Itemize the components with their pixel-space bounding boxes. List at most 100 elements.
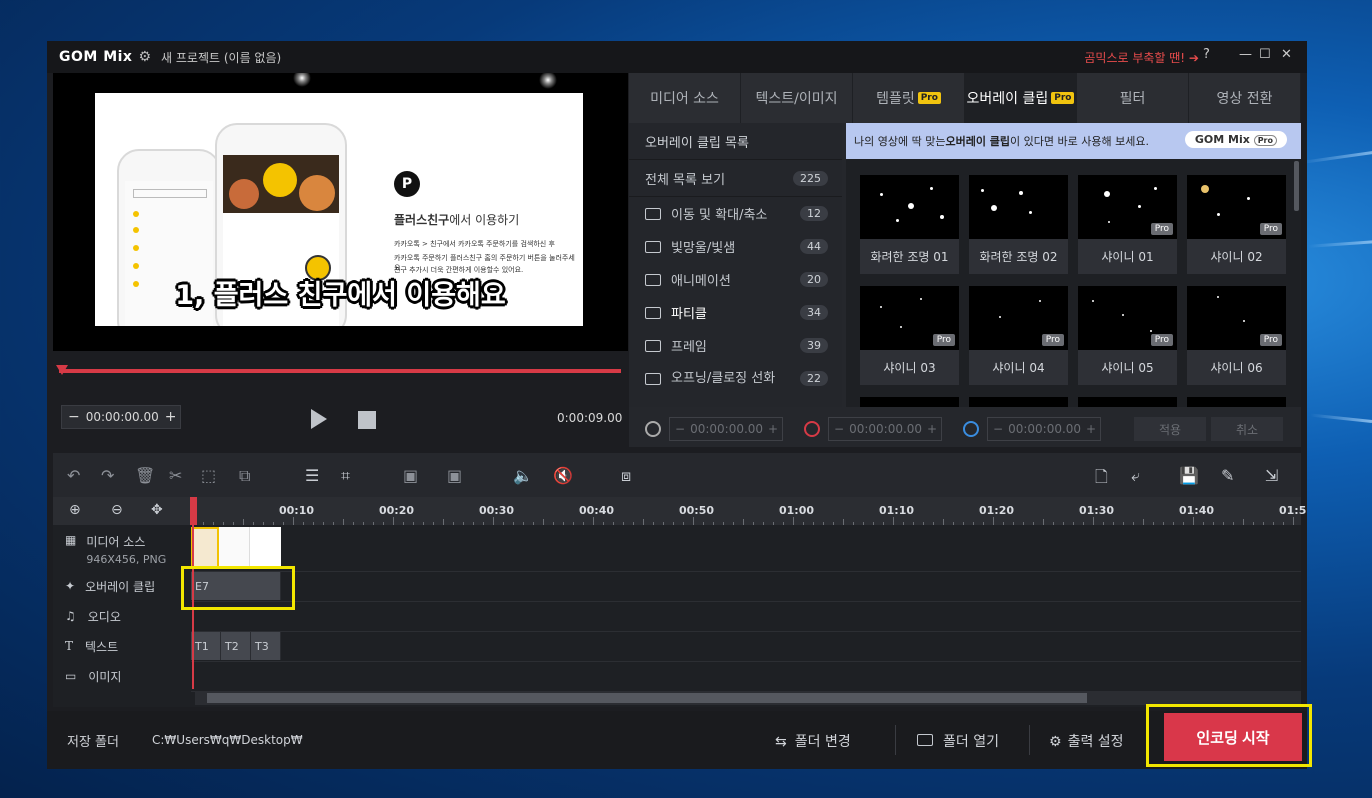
import-icon[interactable]: ⤶ (1131, 466, 1140, 486)
apply-button[interactable]: 적용 (1134, 417, 1206, 441)
screen-icon[interactable]: ⧈ (621, 466, 631, 486)
pro-badge: Pro (1259, 334, 1282, 346)
zoom-in-icon[interactable]: ⊕ (69, 502, 81, 518)
overlay-thumb-partial[interactable] (1187, 397, 1286, 407)
folder-icon (645, 240, 661, 253)
tab-media-source[interactable]: 미디어 소스 (629, 73, 741, 123)
overlay-thumb[interactable]: Pro 샤이니 04 (969, 286, 1068, 385)
tab-template[interactable]: 템플릿 Pro (853, 73, 965, 123)
overlay-thumb-partial[interactable] (969, 397, 1068, 407)
category-all[interactable]: 전체 목록 보기 225 (629, 160, 842, 197)
ruler-tick (493, 517, 494, 525)
open-folder-button[interactable]: 폴더 열기 (917, 731, 999, 751)
time-ruler[interactable]: ⊕ ⊖ ✥ 00:10 00:20 00:30 00:40 00:50 01:0… (53, 497, 1306, 525)
close-button[interactable]: ✕ (1281, 47, 1292, 62)
timeline-scrollbar[interactable] (195, 691, 1301, 705)
count-badge: 20 (800, 272, 828, 287)
track-overlay[interactable]: E7 (191, 571, 1301, 602)
text-clip[interactable]: T2 (221, 632, 251, 660)
export-icon[interactable]: ⇲ (1265, 466, 1278, 485)
delete-icon[interactable]: 🗑 (135, 466, 155, 485)
tab-overlay-clip[interactable]: 오버레이 클립 Pro (965, 73, 1077, 123)
image-right-icon[interactable]: ▣ (447, 466, 462, 485)
overlay-thumb[interactable]: 화려한 조명 01 (860, 175, 959, 274)
new-project-icon[interactable]: 🗋 (1095, 466, 1108, 493)
promo-link[interactable]: 곰믹스로 부축할 땐! ➔ (1084, 49, 1199, 66)
plus-button[interactable]: + (159, 409, 183, 425)
overlay-thumb[interactable]: Pro 샤이니 01 (1078, 175, 1177, 274)
track-text[interactable]: T1 T2 T3 (191, 631, 1301, 662)
image-left-icon[interactable]: ▣ (403, 466, 418, 485)
overlay-thumb[interactable]: Pro 샤이니 06 (1187, 286, 1286, 385)
ruler-label: 00:30 (479, 504, 515, 517)
category-item[interactable]: 애니메이션 20 (629, 263, 842, 296)
volume-icon[interactable]: 🔈 (513, 466, 533, 485)
text-clip[interactable]: T1 (191, 632, 221, 660)
overlay-thumb-partial[interactable] (1078, 397, 1177, 407)
change-folder-button[interactable]: ⇆ 폴더 변경 (775, 731, 851, 751)
music-icon: ♫ (65, 609, 76, 623)
maximize-button[interactable]: ☐ (1259, 47, 1271, 62)
output-settings-button[interactable]: ⚙ 출력 설정 (1049, 731, 1124, 751)
save-as-icon[interactable]: ✎ (1221, 466, 1234, 485)
ruler-tick (893, 517, 894, 525)
help-button[interactable]: ? (1203, 47, 1210, 62)
track-media[interactable] (191, 525, 1301, 572)
overlay-thumb[interactable]: Pro 샤이니 05 (1078, 286, 1177, 385)
category-item[interactable]: 이동 및 확대/축소 12 (629, 197, 842, 230)
track-image[interactable] (191, 661, 1301, 692)
start-timecode[interactable]: −00:00:00.00 + (669, 417, 783, 441)
cut-icon[interactable]: ✂ (169, 466, 182, 485)
tab-transition[interactable]: 영상 전환 (1189, 73, 1301, 123)
promo-banner[interactable]: 나의 영상에 딱 맞는 오버레이 클립 이 있다면 바로 사용해 보세요. GOM… (846, 123, 1301, 159)
category-item[interactable]: 빛망울/빛샘 44 (629, 230, 842, 263)
seek-handle[interactable] (56, 365, 68, 375)
fit-icon[interactable]: ✥ (151, 502, 163, 518)
overlay-thumb[interactable]: Pro 샤이니 03 (860, 286, 959, 385)
video-preview: P 플러스친구에서 이용하기 카카오톡 > 친구에서 카카오톡 주문하기를 검색… (53, 73, 628, 351)
track-label-overlay: ✦ 오버레이 클립 (65, 579, 156, 594)
track-audio[interactable] (191, 601, 1301, 632)
overlay-thumb[interactable]: 화려한 조명 02 (969, 175, 1068, 274)
category-item-selected[interactable]: 파티클 34 (629, 296, 842, 329)
stop-icon[interactable] (358, 411, 376, 429)
text-clip[interactable]: T3 (251, 632, 281, 660)
redo-icon[interactable]: ↷ (101, 466, 114, 485)
folder-icon (645, 372, 661, 385)
pro-badge: Pro (932, 334, 955, 346)
folder-change-icon: ⇆ (775, 734, 787, 750)
gear-icon[interactable]: ⚙ (138, 49, 151, 65)
tab-filter[interactable]: 필터 (1077, 73, 1189, 123)
ruler-label: 01:30 (1079, 504, 1115, 517)
zoom-out-icon[interactable]: ⊖ (111, 502, 123, 518)
save-icon[interactable]: 💾 (1179, 466, 1199, 485)
grid-scrollbar[interactable] (1294, 161, 1299, 211)
minus-button[interactable]: − (62, 409, 86, 425)
pro-badge: Pro (1259, 223, 1282, 235)
undo-icon[interactable]: ↶ (67, 466, 80, 485)
minimize-button[interactable]: — (1239, 47, 1252, 62)
end-timecode[interactable]: −00:00:00.00 + (987, 417, 1101, 441)
crop-icon[interactable]: ⌗ (341, 466, 350, 486)
select-icon[interactable]: ⬚ (201, 466, 216, 485)
category-item[interactable]: 프레임 39 (629, 329, 842, 362)
tab-text-image[interactable]: 텍스트/이미지 (741, 73, 853, 123)
sparkle-icon: ✦ (65, 579, 76, 593)
status-bar: 저장 폴더 C:₩Users₩q₩Desktop₩ ⇆ 폴더 변경 폴더 열기 ⚙… (47, 711, 1307, 769)
cancel-button[interactable]: 취소 (1211, 417, 1283, 441)
overlay-thumb[interactable]: Pro 샤이니 02 (1187, 175, 1286, 274)
title-bar[interactable]: GOM Mix ⚙ 새 프로젝트 (이름 없음) 곰믹스로 부축할 땐! ➔ ?… (47, 41, 1307, 73)
adjust-icon[interactable]: ☰ (305, 466, 319, 485)
split-icon[interactable]: ⧉ (239, 466, 250, 486)
overlay-thumb-partial[interactable] (860, 397, 959, 407)
category-item[interactable]: 오프닝/클로징 선화 22 (629, 362, 842, 395)
seek-bar[interactable] (59, 369, 621, 373)
play-icon[interactable] (311, 409, 327, 429)
mute-icon[interactable]: 🔇 (553, 466, 573, 485)
thumb-image: Pro (1078, 286, 1177, 350)
media-clip[interactable] (191, 527, 281, 569)
thumb-image (969, 175, 1068, 239)
duration-timecode[interactable]: −00:00:00.00 + (828, 417, 942, 441)
ruler-tick (693, 517, 694, 525)
timecode-stepper[interactable]: − 00:00:00.00 + (61, 405, 181, 429)
